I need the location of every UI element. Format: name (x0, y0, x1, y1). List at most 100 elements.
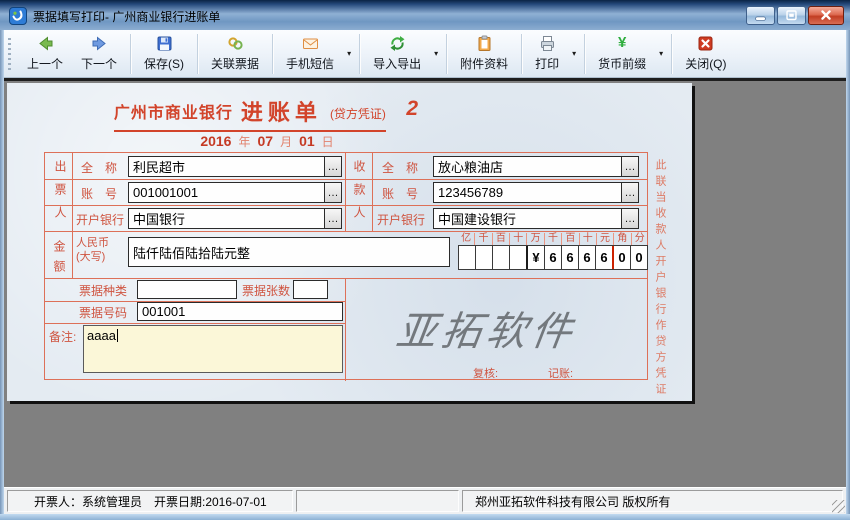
import-export-button[interactable]: 导入导出 (364, 31, 430, 76)
table-line (345, 278, 346, 381)
attachments-label: 附件资料 (460, 55, 508, 72)
payer-account-label: 账 号 (81, 185, 117, 202)
print-button[interactable]: 打印 (526, 31, 568, 76)
window-frame-bottom (0, 514, 850, 520)
table-line (345, 153, 346, 231)
status-issuer-panel: 开票人：系统管理员 开票日期:2016-07-01 (7, 490, 293, 512)
import-export-dropdown-arrow[interactable]: ▾ (430, 49, 442, 58)
currency-prefix-dropdown-arrow[interactable]: ▾ (655, 49, 667, 58)
bank-name: 广州市商业银行 (114, 105, 233, 122)
close-form-button[interactable]: 关闭(Q) (676, 31, 735, 76)
table-line (45, 278, 647, 279)
doc-subtitle: (贷方凭证) (330, 107, 386, 121)
currency-prefix-button[interactable]: ¥ 货币前缀 (589, 31, 655, 76)
window-controls (746, 6, 844, 25)
payee-account-lookup-button[interactable]: … (621, 183, 638, 202)
payer-name-lookup-button[interactable]: … (324, 157, 341, 176)
digit-cell (459, 246, 475, 269)
booking-label: 记账: (548, 365, 573, 381)
arrow-right-icon (91, 35, 108, 52)
attachments-button[interactable]: 附件资料 (451, 31, 517, 76)
window-title: 票据填写打印- 广州商业银行进账单 (33, 8, 220, 25)
window-frame-left (0, 30, 4, 520)
payee-name-input[interactable]: 放心粮油店 … (433, 156, 639, 177)
clipboard-icon (476, 35, 493, 52)
toolbar-separator (446, 34, 447, 74)
date-day: 01 (299, 133, 315, 149)
toolbar-grip[interactable] (8, 38, 11, 70)
payee-group-label: 收款人 (351, 160, 368, 229)
payer-name-label: 全 称 (81, 159, 117, 176)
resize-grip[interactable] (832, 500, 845, 513)
currency-prefix-split-button: ¥ 货币前缀 ▾ (589, 31, 667, 76)
prev-button[interactable]: 上一个 (18, 31, 72, 76)
payee-bank-input[interactable]: 中国建设银行 … (433, 208, 639, 229)
bill-type-input[interactable] (137, 280, 237, 299)
toolbar-separator (359, 34, 360, 74)
payee-name-label: 全 称 (382, 159, 418, 176)
payee-bank-lookup-button[interactable]: … (621, 209, 638, 228)
payer-account-input[interactable]: 001001001 … (128, 182, 342, 203)
digit-cell (475, 246, 492, 269)
linked-bills-button[interactable]: 关联票据 (202, 31, 268, 76)
sms-dropdown-arrow[interactable]: ▾ (343, 49, 355, 58)
amount-digit-cells[interactable]: ¥ 6 6 6 6 0 0 (458, 245, 648, 270)
slip-date: 2016 年 07 月 01 日 (167, 133, 367, 150)
date-year-unit: 年 (238, 133, 250, 150)
sms-split-button: 手机短信 ▾ (277, 31, 355, 76)
minimize-icon (747, 7, 774, 24)
digit-cell: 0 (630, 246, 647, 269)
bill-number-label: 票据号码 (79, 304, 127, 321)
status-empty-panel (296, 490, 459, 512)
digit-cell: 0 (612, 246, 630, 269)
payer-bank-lookup-button[interactable]: … (324, 209, 341, 228)
close-icon (809, 7, 843, 24)
toolbar-separator (130, 34, 131, 74)
amount-caps-input[interactable]: 陆仟陆佰陆拾陆元整 (128, 237, 450, 267)
remark-label: 备注: (49, 328, 76, 345)
bill-number-input[interactable]: 001001 (137, 302, 343, 321)
prev-label: 上一个 (27, 55, 63, 72)
payee-account-input[interactable]: 123456789 … (433, 182, 639, 203)
print-split-button: 打印 ▾ (526, 31, 580, 76)
payer-account-lookup-button[interactable]: … (324, 183, 341, 202)
sms-button[interactable]: 手机短信 (277, 31, 343, 76)
payee-bank-label: 开户银行 (377, 211, 425, 228)
close-red-icon (697, 35, 714, 52)
maximize-icon (778, 7, 805, 24)
payer-bank-input[interactable]: 中国银行 … (128, 208, 342, 229)
amount-digit-grid: 亿 千 百 十 万 千 百 十 元 角 分 (458, 233, 648, 270)
next-button[interactable]: 下一个 (72, 31, 126, 76)
date-day-unit: 日 (322, 133, 334, 150)
bill-type-label: 票据种类 (79, 282, 127, 299)
payer-name-input[interactable]: 利民超市 … (128, 156, 342, 177)
save-label: 保存(S) (144, 55, 184, 72)
slip-header: 广州市商业银行进账单 (贷方凭证) 2 (101, 95, 431, 132)
import-export-split-button: 导入导出 ▾ (364, 31, 442, 76)
currency-yen-icon: ¥ (614, 35, 631, 52)
table-line (45, 231, 647, 232)
print-dropdown-arrow[interactable]: ▾ (568, 49, 580, 58)
software-watermark: 亚拓软件 (393, 299, 651, 357)
bill-count-input[interactable] (293, 280, 328, 299)
window-frame-right (846, 30, 850, 520)
minimize-button[interactable] (746, 6, 775, 25)
table-line (372, 153, 373, 231)
payee-name-lookup-button[interactable]: … (621, 157, 638, 176)
digit-cell: ¥ (526, 246, 544, 269)
date-year: 2016 (200, 133, 231, 149)
copy-number: 2 (406, 97, 418, 121)
status-bar: 开票人：系统管理员 开票日期:2016-07-01 郑州亚拓软件科技有限公司 版… (4, 487, 846, 514)
currency-prefix-label: 货币前缀 (598, 55, 646, 72)
close-button[interactable] (808, 6, 844, 25)
save-icon (156, 35, 173, 52)
date-month-unit: 月 (280, 133, 292, 150)
remark-textarea[interactable]: aaaa (83, 325, 343, 373)
amount-group-label: 金额 (51, 240, 68, 280)
doc-title: 进账单 (241, 100, 322, 125)
digit-cell (509, 246, 526, 269)
save-button[interactable]: 保存(S) (135, 31, 193, 76)
slip-title-underline: 广州市商业银行进账单 (贷方凭证) (114, 95, 386, 132)
maximize-button[interactable] (777, 6, 806, 25)
next-label: 下一个 (81, 55, 117, 72)
